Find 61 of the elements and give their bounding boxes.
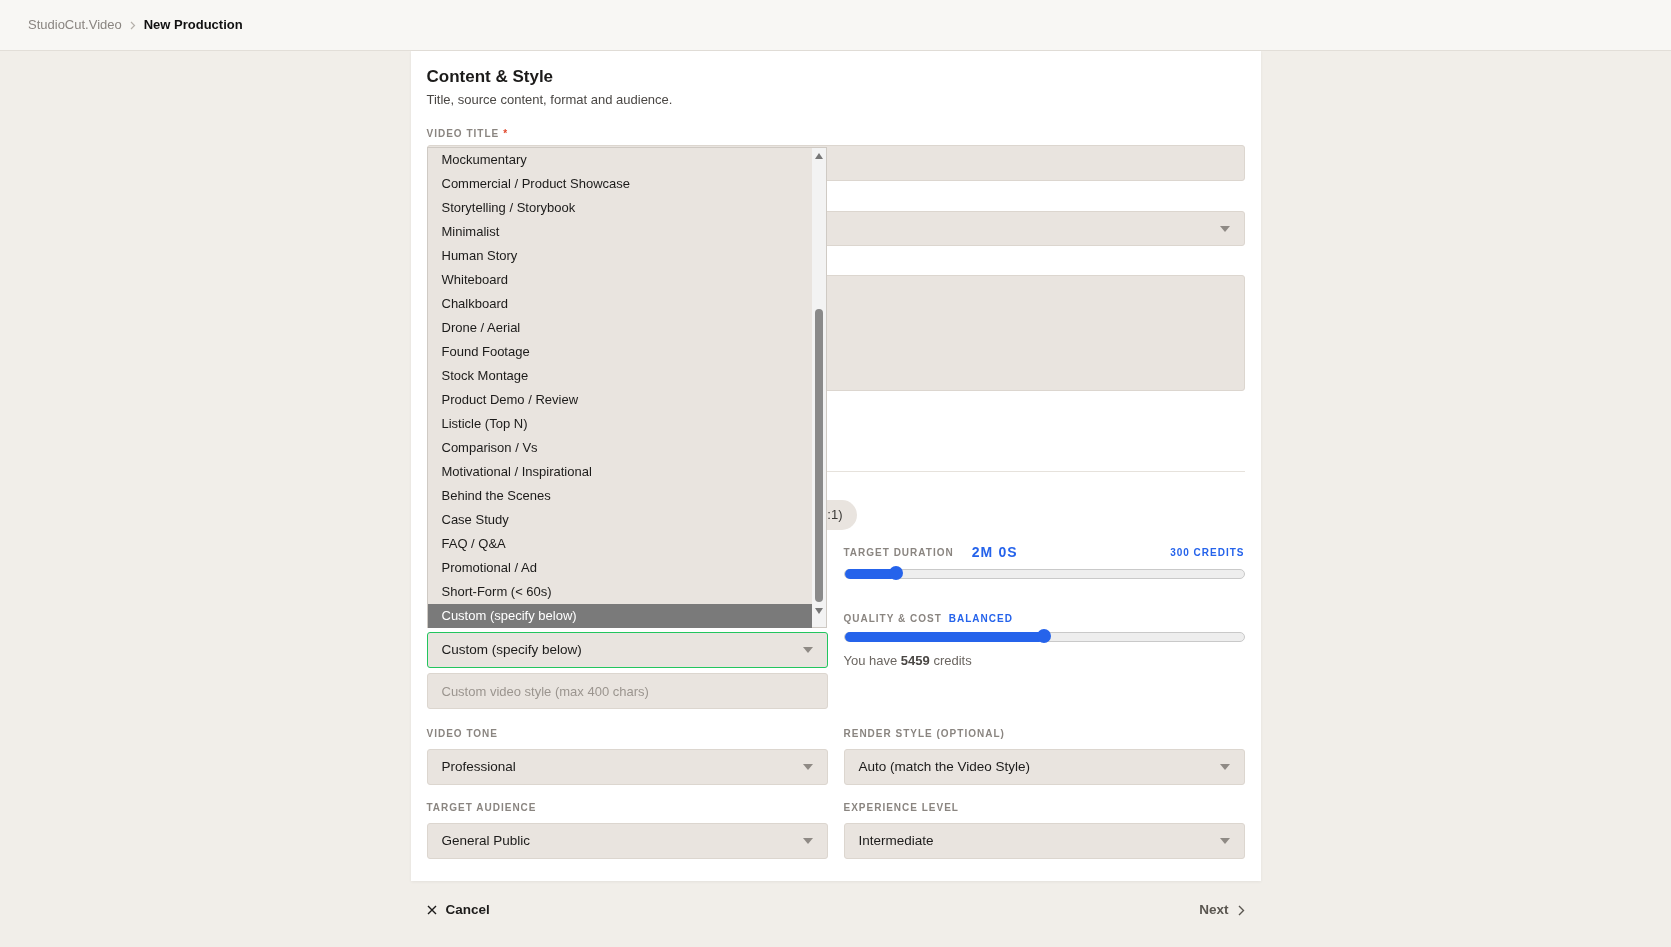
select-field[interactable]: Custom (specify below) [426,632,828,668]
breadcrumb-link[interactable]: StudioCut.Video [28,15,122,35]
caret-icon [1219,225,1230,232]
dropdown-option[interactable]: Whiteboard [427,268,812,292]
breadcrumb-link[interactable]: New Production [143,15,243,35]
dropdown-option[interactable]: Motivational / Inspirational [427,460,812,484]
dropdown-option[interactable]: Minimalist [427,220,812,244]
slider-track[interactable] [843,632,1245,642]
scrollbar[interactable] [811,148,826,627]
quality-value: BALANCED [948,611,1013,626]
caret-icon [802,647,813,653]
slider-track[interactable] [843,569,1245,579]
field-label: QUALITY & COST [843,611,942,626]
field-label: TARGET AUDIENCE [426,801,537,815]
slider-thumb[interactable] [1037,629,1051,643]
next-button[interactable]: Next [1199,899,1245,921]
caret-icon [1219,764,1230,770]
field-label: TARGET DURATION [843,545,954,560]
caret-icon [802,764,813,770]
caret-icon [1219,838,1230,844]
dropdown-option[interactable]: Custom (specify below) [427,604,812,628]
field-label: RENDER STYLE (OPTIONAL) [843,727,1005,741]
dropdown-option[interactable]: Commercial / Product Showcase [427,172,812,196]
dropdown-option[interactable]: Found Footage [427,340,812,364]
field-label: VIDEO TONE [426,727,498,741]
caret-icon [802,838,813,844]
select-field[interactable]: Auto (match the Video Style) [843,749,1245,785]
dropdown-option[interactable]: Promotional / Ad [427,556,812,580]
dropdown-option[interactable]: Listicle (Top N) [427,412,812,436]
dropdown-option[interactable]: Product Demo / Review [427,388,812,412]
credits-note: You have 5459 credits [843,652,973,670]
select-field[interactable]: General Public [426,823,828,859]
dropdown-option[interactable]: Short-Form (< 60s) [427,580,812,604]
field-label: VIDEO TITLE [426,127,500,141]
input-field[interactable]: Custom video style (max 400 chars) [426,673,828,709]
chevron-right-icon [1237,904,1245,916]
close-icon [426,905,437,915]
scrollbar-thumb[interactable] [814,309,823,602]
dropdown-option[interactable]: Behind the Scenes [427,484,812,508]
dropdown-option[interactable]: Mockumentary [427,148,812,172]
scroll-down-icon[interactable] [814,608,823,614]
dropdown-option[interactable]: Chalkboard [427,292,812,316]
cancel-button[interactable]: Cancel [426,899,490,921]
section-title: Content & Style [426,67,555,87]
chevron-right-icon [129,20,136,30]
dropdown-option[interactable]: Storytelling / Storybook [427,196,812,220]
select-field[interactable]: Intermediate [843,823,1245,859]
dropdown-option[interactable]: Drone / Aerial [427,316,812,340]
dropdown-option[interactable]: Stock Montage [427,364,812,388]
select-field[interactable]: Professional [426,749,828,785]
field-label: EXPERIENCE LEVEL [843,801,959,815]
credit-cost: 300 CREDITS [1170,545,1245,560]
section-subtitle: Title, source content, format and audience. [426,91,674,109]
dropdown-option[interactable]: Human Story [427,244,812,268]
slider-thumb[interactable] [889,566,904,580]
dropdown-option[interactable]: FAQ / Q&A [427,532,812,556]
dropdown-option[interactable]: Comparison / Vs [427,436,812,460]
duration-value: 2M 0S [971,542,1018,562]
dropdown-option[interactable]: Case Study [427,508,812,532]
scroll-up-icon[interactable] [814,153,823,159]
required-mark: * [503,127,508,141]
